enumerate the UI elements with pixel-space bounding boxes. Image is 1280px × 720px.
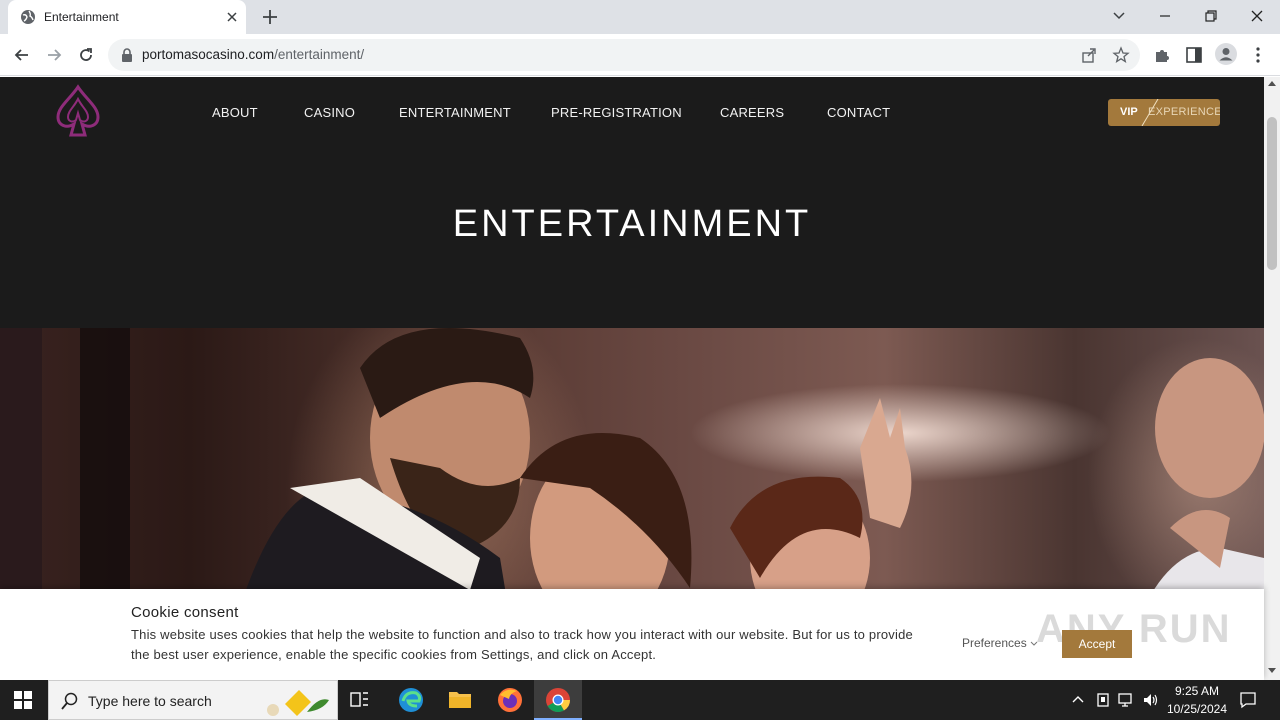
preferences-link[interactable]: Preferences: [962, 636, 1038, 650]
scrollbar-thumb[interactable]: [1267, 117, 1277, 270]
tray-device-icon[interactable]: [1096, 692, 1110, 708]
lock-icon[interactable]: [121, 48, 133, 62]
taskbar-search-box[interactable]: Type here to search: [48, 680, 338, 720]
volume-icon[interactable]: [1142, 692, 1160, 708]
browser-tab-strip: Entertainment: [0, 0, 1280, 34]
nav-contact[interactable]: CONTACT: [827, 105, 890, 120]
browser-toolbar: portomasocasino.com/entertainment/: [0, 34, 1280, 76]
taskbar-time[interactable]: 9:25 AM: [1162, 684, 1232, 698]
preferences-label: Preferences: [962, 636, 1027, 650]
url-text: portomasocasino.com/entertainment/: [142, 47, 364, 62]
task-view-icon[interactable]: [350, 691, 370, 709]
nav-entertainment[interactable]: ENTERTAINMENT: [399, 105, 511, 120]
page-title: ENTERTAINMENT: [452, 203, 812, 245]
browser-tab[interactable]: Entertainment: [8, 0, 246, 34]
windows-start-icon[interactable]: [14, 691, 32, 709]
nav-careers[interactable]: CAREERS: [720, 105, 784, 120]
cookie-consent-text: This website uses cookies that help the …: [131, 627, 913, 662]
url-path: /entertainment/: [274, 47, 365, 62]
chevron-down-icon: [1030, 641, 1038, 647]
close-tab-icon[interactable]: [224, 9, 240, 25]
profile-avatar-icon[interactable]: [1215, 43, 1237, 65]
nav-casino[interactable]: CASINO: [304, 105, 355, 120]
search-placeholder: Type here to search: [88, 693, 212, 709]
accept-button[interactable]: Accept: [1062, 630, 1132, 658]
cookie-consent-banner: Cookie consent This website uses cookies…: [0, 589, 1264, 680]
scroll-up-arrow-icon[interactable]: [1268, 80, 1276, 86]
restore-icon[interactable]: [1202, 7, 1220, 25]
windows-taskbar: Type here to search 9:25 AM 10/25/2024: [0, 680, 1280, 720]
page-scrollbar[interactable]: [1264, 77, 1280, 680]
chrome-menu-icon[interactable]: [1250, 45, 1266, 65]
chrome-taskbar-button[interactable]: [534, 680, 582, 720]
network-icon[interactable]: [1118, 692, 1136, 708]
tab-title: Entertainment: [44, 10, 119, 24]
globe-icon: [20, 9, 36, 25]
vip-label-light: EXPERIENCE: [1148, 106, 1220, 118]
taskbar-date[interactable]: 10/25/2024: [1162, 702, 1232, 716]
share-icon[interactable]: [1080, 46, 1098, 64]
new-tab-icon[interactable]: [260, 7, 280, 27]
vip-label-strong: VIP: [1120, 106, 1138, 118]
edge-icon[interactable]: [398, 687, 424, 713]
vip-experience-button[interactable]: VIP EXPERIENCE: [1108, 99, 1220, 126]
back-icon[interactable]: [12, 45, 32, 65]
extensions-puzzle-icon[interactable]: [1152, 45, 1172, 65]
side-panel-icon[interactable]: [1184, 45, 1204, 65]
reload-icon[interactable]: [76, 45, 96, 65]
file-explorer-icon[interactable]: [448, 688, 472, 710]
close-window-icon[interactable]: [1248, 7, 1266, 25]
search-icon: [61, 692, 79, 710]
address-bar[interactable]: portomasocasino.com/entertainment/: [108, 39, 1140, 71]
search-highlight-icon: [263, 684, 333, 718]
tray-chevron-up-icon[interactable]: [1072, 694, 1084, 704]
nav-about[interactable]: ABOUT: [212, 105, 258, 120]
notification-icon[interactable]: [1239, 691, 1257, 709]
firefox-icon[interactable]: [497, 687, 523, 713]
url-domain: portomasocasino.com: [142, 47, 275, 62]
scroll-down-arrow-icon[interactable]: [1268, 668, 1276, 674]
cookie-consent-title: Cookie consent: [131, 604, 239, 621]
nav-pre-registration[interactable]: PRE-REGISTRATION: [551, 105, 682, 120]
bookmark-star-icon[interactable]: [1112, 46, 1130, 64]
tab-search-chevron-icon[interactable]: [1110, 7, 1128, 25]
forward-icon[interactable]: [44, 45, 64, 65]
spade-logo-icon[interactable]: [52, 83, 104, 139]
chrome-icon: [545, 687, 571, 713]
minimize-icon[interactable]: [1156, 7, 1174, 25]
